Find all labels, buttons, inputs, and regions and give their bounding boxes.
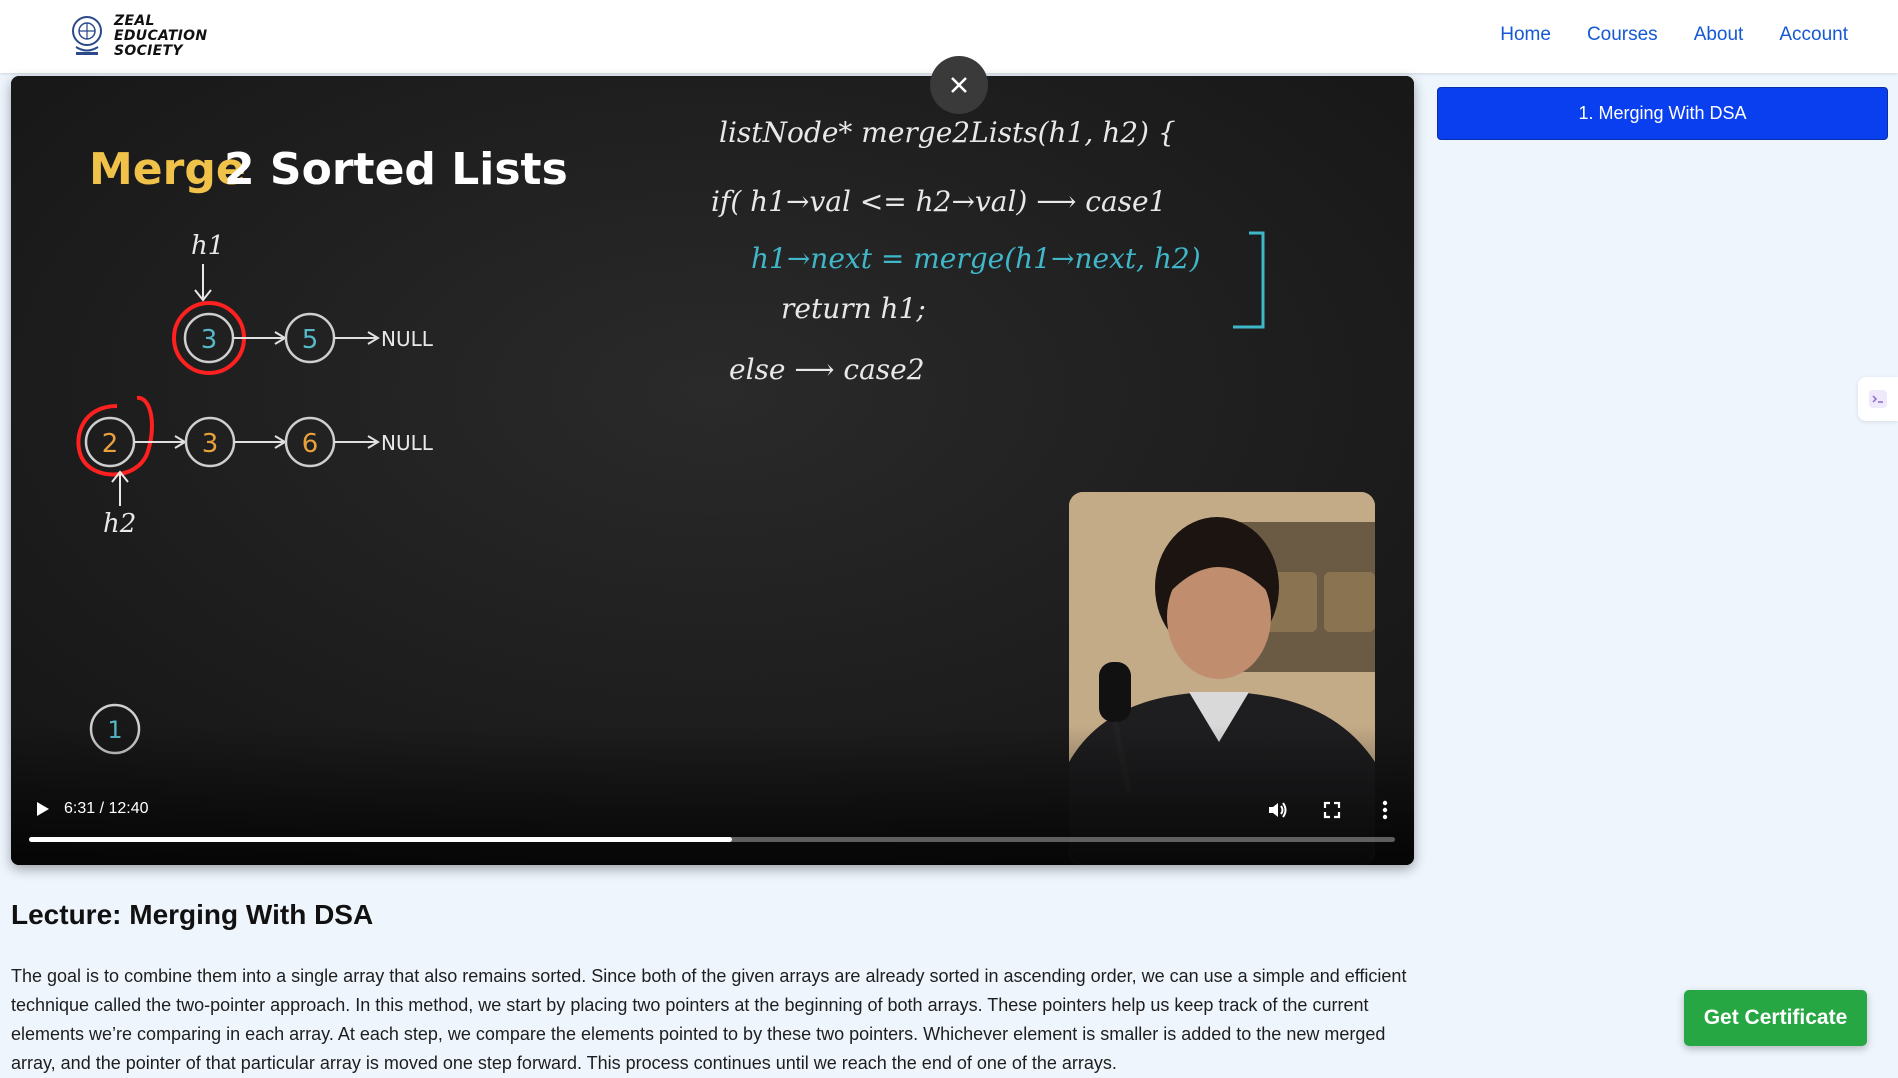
- code-line: listNode* merge2Lists(h1, h2) {: [719, 116, 1176, 149]
- logo-line: ZEAL: [114, 12, 155, 29]
- code-line: return h1;: [781, 292, 926, 325]
- emblem-icon: [72, 16, 102, 55]
- close-button[interactable]: [930, 56, 988, 114]
- logo-line: EDUCATION: [114, 27, 208, 44]
- list-node: 5: [302, 325, 319, 355]
- null-label: NULL: [381, 431, 434, 455]
- list-node: 2: [102, 429, 119, 459]
- volume-icon[interactable]: [1265, 798, 1289, 822]
- fullscreen-icon[interactable]: [1320, 798, 1344, 822]
- code-line-highlight: h1→next = merge(h1→next, h2): [751, 242, 1201, 275]
- nav-home[interactable]: Home: [1500, 24, 1551, 46]
- list-node: 6: [302, 429, 319, 459]
- code-icon: [1869, 390, 1887, 408]
- slide-title: 2 Sorted Lists: [224, 144, 568, 195]
- lecture-title: Lecture: Merging With DSA: [11, 899, 374, 930]
- video-progress-bar[interactable]: [29, 837, 1395, 842]
- null-label: NULL: [381, 327, 434, 351]
- side-panel-toggle[interactable]: [1858, 377, 1898, 421]
- video-progress-fill: [29, 837, 733, 842]
- close-icon: [951, 77, 967, 93]
- lecture-description: The goal is to combine them into a singl…: [11, 966, 1407, 1073]
- main-nav: Home Courses About Account: [1464, 24, 1848, 46]
- video-player[interactable]: Merge 2 Sorted Lists h1 3 5 NULL 2 3 6 N…: [11, 76, 1414, 865]
- pointer-h2-label: h2: [103, 509, 136, 539]
- logo-text: ZEAL EDUCATION SOCIETY: [114, 12, 208, 59]
- nav-courses[interactable]: Courses: [1587, 24, 1658, 46]
- list-node: 3: [201, 325, 218, 355]
- list-node: 3: [202, 429, 219, 459]
- slide-title-highlight: Merge: [89, 144, 246, 195]
- nav-account[interactable]: Account: [1779, 24, 1848, 46]
- more-options-icon[interactable]: [1374, 798, 1396, 822]
- video-time: 6:31 / 12:40: [64, 800, 149, 817]
- play-icon[interactable]: [31, 798, 53, 820]
- site-logo[interactable]: ZEAL EDUCATION SOCIETY: [70, 12, 207, 60]
- code-line: if( h1→val <= h2→val) ⟶ case1: [711, 185, 1166, 218]
- get-certificate-button[interactable]: Get Certificate: [1684, 990, 1867, 1046]
- code-line: else ⟶ case2: [729, 353, 925, 386]
- pointer-h1-label: h1: [191, 231, 224, 261]
- logo-line: SOCIETY: [114, 42, 183, 59]
- controls-overlay: [11, 725, 1414, 865]
- nav-about[interactable]: About: [1694, 24, 1744, 46]
- lesson-item-merging-with-dsa[interactable]: 1. Merging With DSA: [1437, 87, 1888, 140]
